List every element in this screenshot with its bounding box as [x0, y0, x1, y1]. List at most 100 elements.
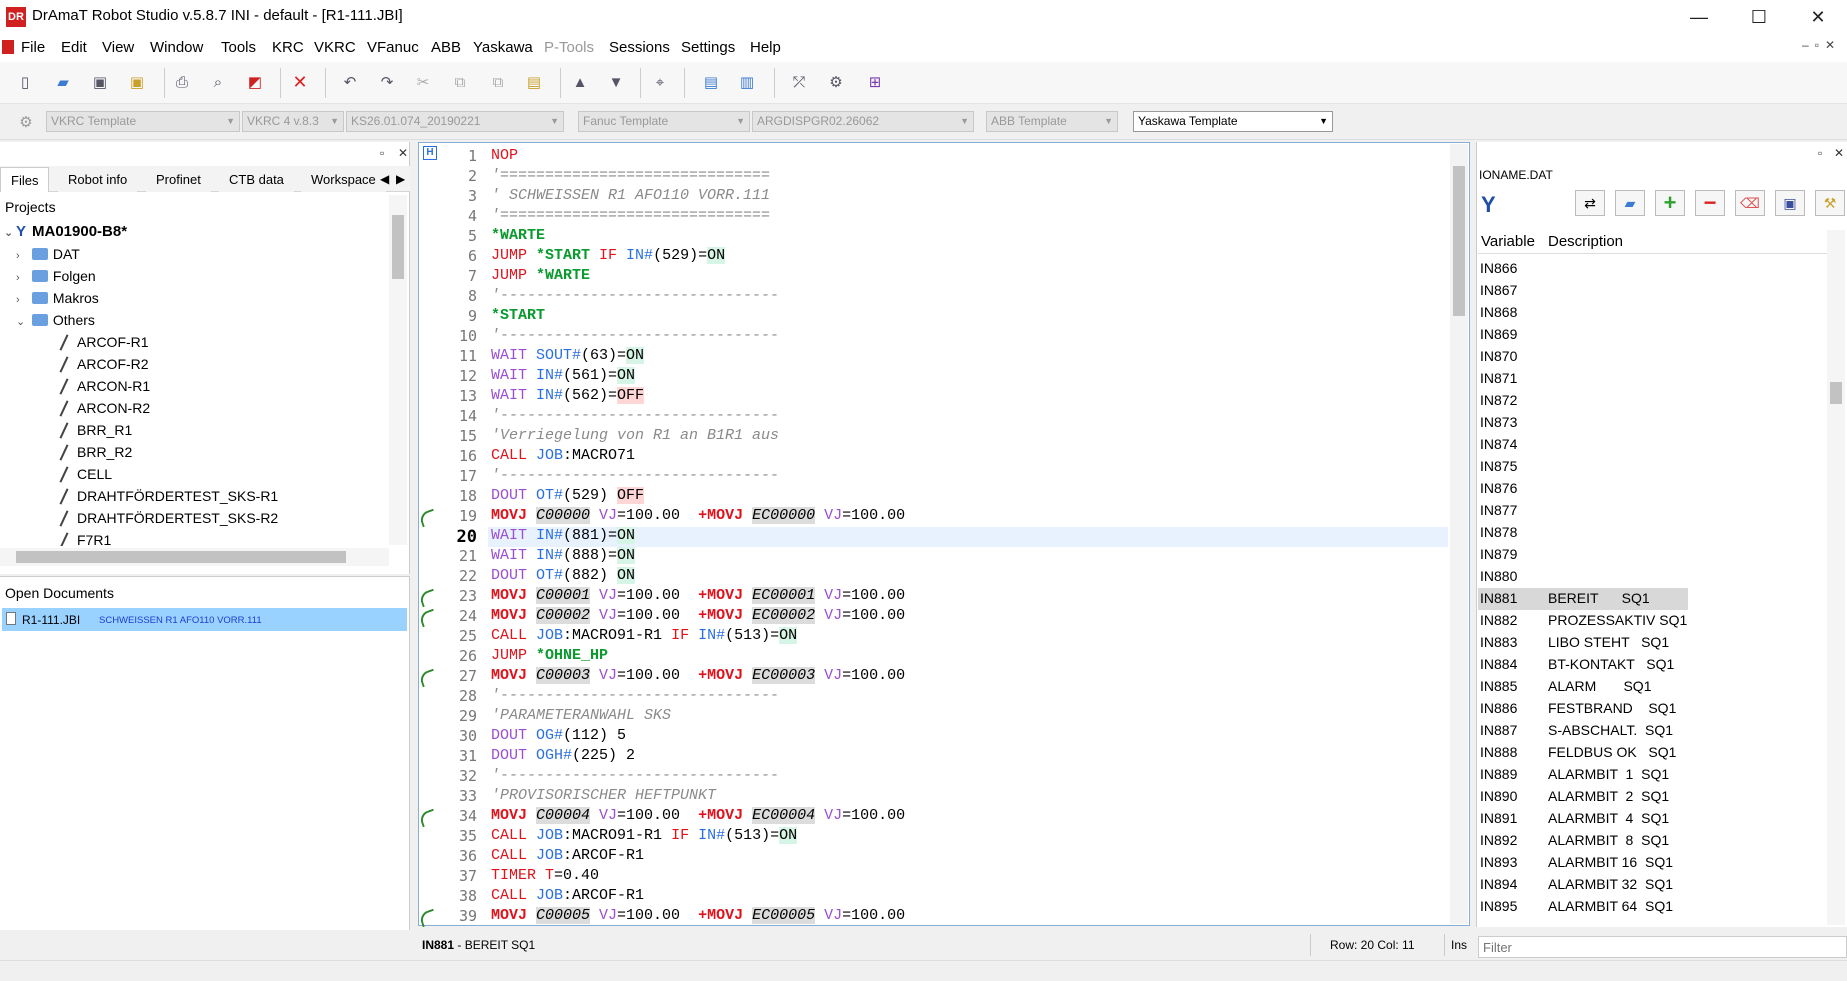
- menu-sessions[interactable]: Sessions: [609, 39, 670, 56]
- io-row[interactable]: IN874: [1478, 434, 1688, 456]
- tree-file[interactable]: F7R1: [57, 532, 111, 546]
- tools-icon[interactable]: ⚒: [1815, 190, 1845, 216]
- code-line[interactable]: CALL JOB:ARCOF-R1: [491, 887, 644, 904]
- tree-folder-makros[interactable]: › Makros: [16, 290, 99, 306]
- tree-file[interactable]: ARCON-R1: [57, 378, 150, 394]
- menu-vkrc[interactable]: VKRC: [314, 39, 356, 56]
- open-icon[interactable]: ▰: [1615, 190, 1645, 216]
- panel-float-icon[interactable]: ▫: [1818, 146, 1822, 160]
- code-line[interactable]: '==============================: [491, 207, 770, 224]
- code-line[interactable]: ' SCHWEISSEN R1 AFO110 VORR.111: [491, 187, 770, 204]
- collapse-icon[interactable]: ⌄: [4, 226, 16, 239]
- io-row[interactable]: IN875: [1478, 456, 1688, 478]
- io-row[interactable]: IN885 ALARM SQ1: [1478, 676, 1688, 698]
- robot-settings-icon[interactable]: ⚙: [14, 110, 38, 134]
- tab-workspace[interactable]: Workspace: [301, 167, 386, 192]
- menu-file[interactable]: File: [21, 39, 45, 56]
- paste-icon[interactable]: ▤: [522, 70, 546, 94]
- tree-file[interactable]: ARCOF-R2: [57, 356, 149, 372]
- menu-tools[interactable]: Tools: [221, 39, 256, 56]
- code-line[interactable]: WAIT IN#(881)=ON: [491, 527, 636, 544]
- code-line[interactable]: DOUT OGH#(225) 2: [491, 747, 635, 764]
- tab-scroll-left-icon[interactable]: ◀: [380, 172, 389, 186]
- split-vertical-icon[interactable]: ▥: [735, 70, 759, 94]
- open-folder-icon[interactable]: ▰: [51, 70, 75, 94]
- abb-template-select[interactable]: ABB Template ▼: [986, 111, 1118, 132]
- code-line[interactable]: MOVJ C00004 VJ=100.00 +MOVJ EC00004 VJ=1…: [491, 807, 905, 824]
- code-line[interactable]: JUMP *OHNE_HP: [491, 647, 608, 664]
- io-row[interactable]: IN886 FESTBRAND SQ1: [1478, 698, 1688, 720]
- code-line[interactable]: CALL JOB:ARCOF-R1: [491, 847, 644, 864]
- vkrc-version-select[interactable]: VKRC 4 v.8.3 ▼: [242, 111, 344, 132]
- io-row[interactable]: IN872: [1478, 390, 1688, 412]
- column-description[interactable]: Description: [1548, 233, 1623, 250]
- network-icon[interactable]: ⊞: [860, 70, 890, 94]
- print-preview-icon[interactable]: ⌕: [206, 70, 230, 94]
- krc-version-select[interactable]: KS26.01.074_20190221 ▼: [346, 111, 564, 132]
- code-line[interactable]: MOVJ C00005 VJ=100.00 +MOVJ EC00005 VJ=1…: [491, 907, 905, 924]
- code-line[interactable]: '-------------------------------: [491, 687, 779, 704]
- save-icon[interactable]: ▣: [1775, 190, 1805, 216]
- undo-icon[interactable]: ↶: [338, 70, 362, 94]
- save-all-icon[interactable]: ▣: [125, 70, 149, 94]
- code-line[interactable]: WAIT SOUT#(63)=ON: [491, 347, 645, 364]
- code-line[interactable]: NOP: [491, 147, 518, 164]
- collapse-icon[interactable]: ⌄: [16, 315, 28, 328]
- code-line[interactable]: '-------------------------------: [491, 467, 779, 484]
- code-line[interactable]: MOVJ C00002 VJ=100.00 +MOVJ EC00002 VJ=1…: [491, 607, 905, 624]
- fanuc-template-select[interactable]: Fanuc Template ▼: [578, 111, 750, 132]
- menu-p-tools[interactable]: P-Tools: [544, 39, 594, 56]
- tree-folder-folgen[interactable]: › Folgen: [16, 268, 96, 284]
- menu-vfanuc[interactable]: VFanuc: [367, 39, 419, 56]
- io-row[interactable]: IN887 S-ABSCHALT. SQ1: [1478, 720, 1688, 742]
- io-row[interactable]: IN868: [1478, 302, 1688, 324]
- io-row[interactable]: IN888 FELDBUS OK SQ1: [1478, 742, 1688, 764]
- tab-robot-info[interactable]: Robot info: [58, 167, 138, 192]
- menu-krc[interactable]: KRC: [272, 39, 304, 56]
- code-line[interactable]: JUMP *WARTE: [491, 267, 590, 284]
- redo-icon[interactable]: ↷: [375, 70, 399, 94]
- menu-yaskawa[interactable]: Yaskawa: [473, 39, 533, 56]
- menu-help[interactable]: Help: [750, 39, 781, 56]
- tab-ctb-data[interactable]: CTB data: [219, 167, 294, 192]
- io-row[interactable]: IN876: [1478, 478, 1688, 500]
- tree-file[interactable]: BRR_R1: [57, 422, 132, 438]
- code-line[interactable]: MOVJ C00000 VJ=100.00 +MOVJ EC00000 VJ=1…: [491, 507, 905, 524]
- remove-icon[interactable]: −: [1695, 190, 1725, 216]
- editor-vertical-scrollbar[interactable]: [1450, 144, 1468, 924]
- split-horizontal-icon[interactable]: ▤: [699, 70, 723, 94]
- add-icon[interactable]: +: [1655, 190, 1685, 216]
- copy-icon[interactable]: ⧉: [448, 70, 472, 94]
- save-icon[interactable]: ▣: [88, 70, 112, 94]
- io-row[interactable]: IN879: [1478, 544, 1688, 566]
- menu-edit[interactable]: Edit: [61, 39, 87, 56]
- code-line[interactable]: WAIT IN#(561)=ON: [491, 367, 636, 384]
- code-line[interactable]: '==============================: [491, 167, 770, 184]
- code-line[interactable]: CALL JOB:MACRO71: [491, 447, 635, 464]
- tab-files[interactable]: Files: [0, 167, 50, 192]
- io-row[interactable]: IN882 PROZESSAKTIV SQ1: [1478, 610, 1688, 632]
- find-icon[interactable]: ⌖: [648, 70, 672, 94]
- tree-folder-others[interactable]: ⌄ Others: [16, 312, 95, 328]
- io-row[interactable]: IN895 ALARMBIT 64 SQ1: [1478, 896, 1688, 918]
- code-line[interactable]: DOUT OT#(529) OFF: [491, 487, 645, 504]
- io-row[interactable]: IN873: [1478, 412, 1688, 434]
- code-line[interactable]: WAIT IN#(562)=OFF: [491, 387, 645, 404]
- tab-scroll-right-icon[interactable]: ▶: [396, 172, 405, 186]
- io-row[interactable]: IN871: [1478, 368, 1688, 390]
- code-line[interactable]: CALL JOB:MACRO91-R1 IF IN#(513)=ON: [491, 627, 798, 644]
- tree-file[interactable]: ARCOF-R1: [57, 334, 149, 350]
- code-line[interactable]: TIMER T=0.40: [491, 867, 599, 884]
- io-row[interactable]: IN891 ALARMBIT 4 SQ1: [1478, 808, 1688, 830]
- code-line[interactable]: '-------------------------------: [491, 407, 779, 424]
- expand-icon[interactable]: ›: [16, 272, 28, 284]
- code-line[interactable]: JUMP *START IF IN#(529)=ON: [491, 247, 726, 264]
- copy-special-icon[interactable]: ⧉: [486, 70, 510, 94]
- code-line[interactable]: '-------------------------------: [491, 287, 779, 304]
- io-row[interactable]: IN867: [1478, 280, 1688, 302]
- panel-float-icon[interactable]: ▫: [380, 146, 384, 160]
- vkrc-template-select[interactable]: VKRC Template ▼: [46, 111, 240, 132]
- new-file-icon[interactable]: ▯: [13, 70, 37, 94]
- robot-icon[interactable]: ⚙: [824, 70, 848, 94]
- translate-icon[interactable]: ⇄: [1575, 190, 1605, 216]
